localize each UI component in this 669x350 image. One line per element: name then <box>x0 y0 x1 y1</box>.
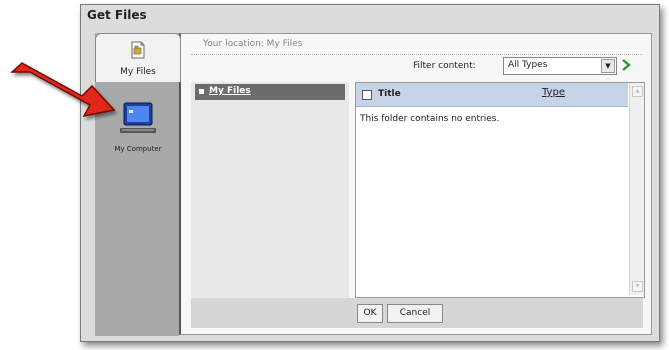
filter-label: Filter content: <box>413 61 476 71</box>
go-arrow-icon[interactable] <box>621 59 631 71</box>
empty-message: This folder contains no entries. <box>360 114 500 124</box>
button-bar: OK Cancel <box>191 298 643 328</box>
scrollbar[interactable]: ▲ ▼ <box>629 83 644 295</box>
content-area: Your location: My Files Filter content: … <box>179 33 652 335</box>
get-files-dialog: Get Files My Files My Computer Your loca… <box>80 4 660 342</box>
chevron-down-icon[interactable]: ▼ <box>601 59 615 73</box>
location-path: Your location: My Files <box>203 39 303 49</box>
tab-my-files[interactable]: My Files <box>95 33 181 82</box>
scroll-down-icon[interactable]: ▼ <box>632 281 643 292</box>
tab-my-files-label: My Files <box>120 67 156 77</box>
file-icon <box>131 41 145 59</box>
sidebar-item-label: My Computer <box>114 145 162 153</box>
column-header-type[interactable]: Type <box>542 87 565 98</box>
dialog-title: Get Files <box>87 8 147 22</box>
tree-item-my-files[interactable]: My Files <box>195 84 345 100</box>
divider <box>191 54 643 55</box>
filter-selected-value: All Types <box>508 60 548 70</box>
column-header-title[interactable]: Title <box>378 89 401 99</box>
file-list: Title Type This folder contains no entri… <box>355 82 645 298</box>
tree-item-label: My Files <box>209 86 251 96</box>
scroll-up-icon[interactable]: ▲ <box>632 86 643 97</box>
filter-type-select[interactable]: All Types ▼ <box>503 57 617 75</box>
select-all-checkbox[interactable] <box>362 90 372 100</box>
bullet-icon <box>199 89 204 94</box>
cancel-button[interactable]: Cancel <box>387 304 443 323</box>
list-header: Title Type <box>356 83 628 107</box>
ok-button[interactable]: OK <box>357 304 383 323</box>
folder-tree: My Files <box>191 82 349 298</box>
